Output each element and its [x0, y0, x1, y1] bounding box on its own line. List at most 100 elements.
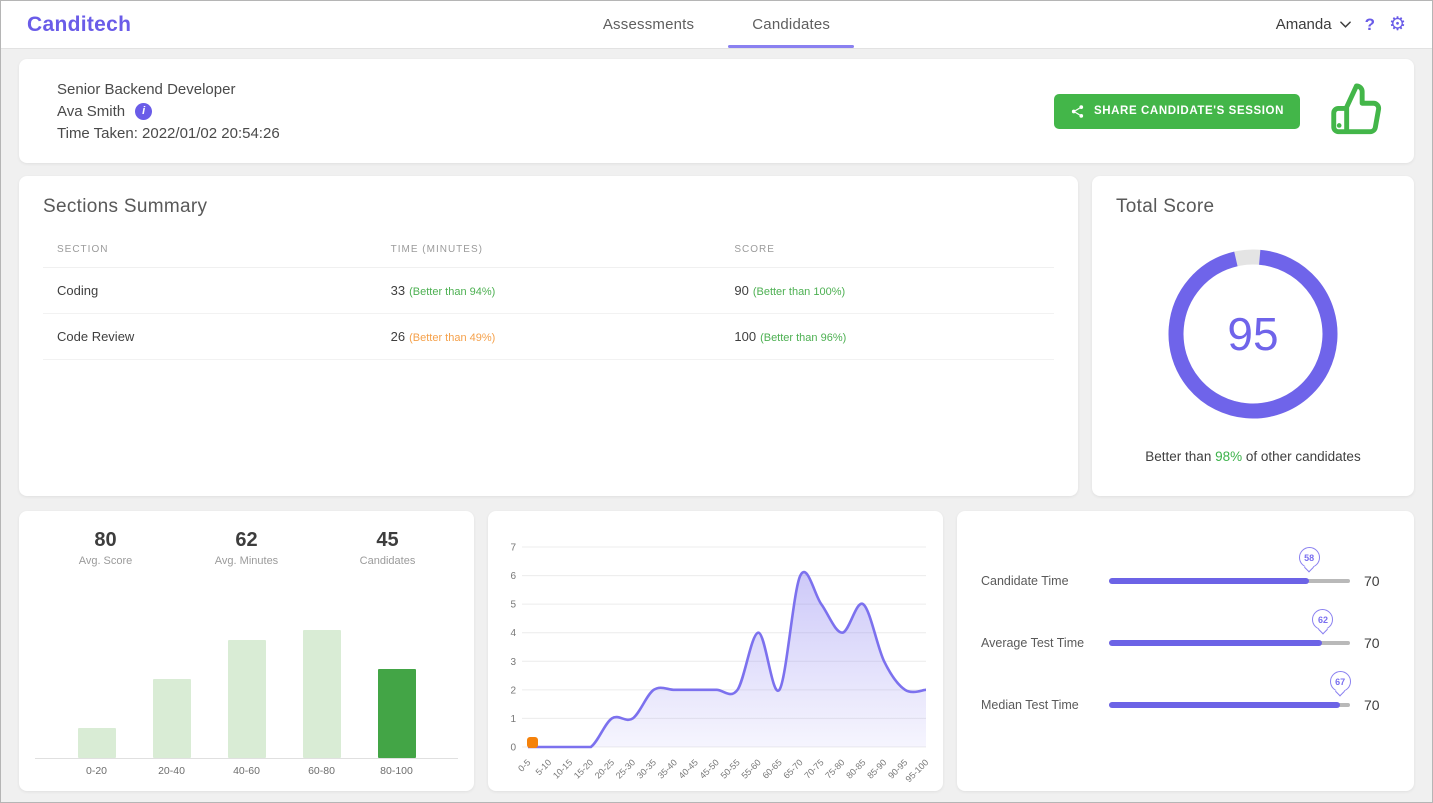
section-name: Coding	[43, 268, 377, 314]
tab-assessments[interactable]: Assessments	[579, 1, 718, 48]
bar-column	[284, 630, 359, 758]
stat-avg-score: 80 Avg. Score	[35, 529, 176, 567]
stat-avg-minutes: 62 Avg. Minutes	[176, 529, 317, 567]
time-comparison-bar: 58	[1109, 578, 1350, 584]
value-pin-badge: 67	[1330, 671, 1351, 692]
y-tick-label: 1	[510, 714, 516, 725]
score-value: 100	[734, 329, 756, 344]
x-tick-label: 95-100	[904, 757, 931, 784]
thumbs-up-icon	[1326, 79, 1388, 143]
user-area: Amanda ? ⚙	[1276, 15, 1406, 35]
tab-candidates[interactable]: Candidates	[728, 1, 854, 48]
x-tick-label: 70-75	[802, 757, 825, 780]
table-row: Code Review 26(Better than 49%) 100(Bett…	[43, 314, 1054, 360]
stat-label: Avg. Minutes	[176, 555, 317, 567]
column-header-section: SECTION	[43, 232, 377, 268]
settings-gear-icon[interactable]: ⚙	[1389, 15, 1406, 34]
bar-fill: 58	[1109, 578, 1309, 584]
x-tick-label: 0-5	[516, 757, 532, 773]
total-score-value: 95	[1227, 308, 1278, 360]
score-distribution-card: 80 Avg. Score 62 Avg. Minutes 45 Candida…	[19, 511, 474, 791]
bar-fill: 67	[1109, 702, 1340, 708]
bar-fill: 62	[1109, 640, 1322, 646]
time-distribution-card: 012345670-55-1010-1515-2020-2525-3030-35…	[488, 511, 943, 791]
x-tick-label: 80-85	[844, 757, 867, 780]
chevron-down-icon	[1340, 19, 1351, 30]
stat-value: 62	[176, 529, 317, 552]
bar-column	[134, 679, 209, 758]
time-comparison-label: Candidate Time	[981, 574, 1109, 588]
value-pin-badge: 58	[1299, 547, 1320, 568]
stat-candidates: 45 Candidates	[317, 529, 458, 567]
bar-80-100	[378, 669, 416, 758]
time-taken: Time Taken: 2022/01/02 20:54:26	[57, 125, 280, 142]
bar-20-40	[153, 679, 191, 758]
y-tick-label: 5	[510, 600, 516, 611]
bar-40-60	[228, 640, 266, 758]
score-note: (Better than 100%)	[753, 286, 845, 298]
x-tick-label: 50-55	[719, 757, 742, 780]
x-tick-label: 85-90	[865, 757, 888, 780]
x-tick-label: 35-40	[656, 757, 679, 780]
table-row: Coding 33(Better than 94%) 90(Better tha…	[43, 268, 1054, 314]
job-title: Senior Backend Developer	[57, 81, 280, 98]
total-score-donut: 95	[1161, 242, 1345, 426]
bar-label: 20-40	[134, 765, 209, 777]
stats-row: 80 Avg. Score 62 Avg. Minutes 45 Candida…	[35, 529, 458, 567]
x-tick-label: 30-35	[635, 757, 658, 780]
section-name: Code Review	[43, 314, 377, 360]
x-tick-label: 65-70	[781, 757, 804, 780]
total-score-title: Total Score	[1116, 196, 1390, 218]
top-nav: Canditech Assessments Candidates Amanda …	[1, 1, 1432, 49]
max-value: 70	[1364, 635, 1388, 651]
stat-label: Candidates	[317, 555, 458, 567]
x-tick-label: 55-60	[739, 757, 762, 780]
x-tick-label: 25-30	[614, 757, 637, 780]
x-tick-label: 75-80	[823, 757, 846, 780]
sections-summary-card: Sections Summary SECTION TIME (MINUTES) …	[19, 176, 1078, 496]
area-fill	[528, 572, 926, 747]
x-tick-label: 60-65	[760, 757, 783, 780]
candidate-actions: SHARE CANDIDATE'S SESSION	[1054, 79, 1388, 143]
start-marker	[527, 737, 538, 748]
nav-tabs: Assessments Candidates	[1, 1, 1432, 48]
candidate-info: Senior Backend Developer Ava Smith i Tim…	[57, 81, 280, 142]
help-icon[interactable]: ?	[1365, 15, 1375, 35]
info-icon[interactable]: i	[135, 103, 152, 120]
time-comparison-label: Average Test Time	[981, 636, 1109, 650]
time-comparison-bar: 62	[1109, 640, 1350, 646]
score-caption: Better than 98% of other candidates	[1116, 449, 1390, 476]
main-content: Senior Backend Developer Ava Smith i Tim…	[1, 49, 1432, 791]
time-comparison-row: Candidate Time58 70	[981, 573, 1388, 589]
time-note: (Better than 49%)	[409, 332, 495, 344]
max-value: 70	[1364, 573, 1388, 589]
stat-value: 45	[317, 529, 458, 552]
user-name: Amanda	[1276, 16, 1332, 33]
time-comparison-label: Median Test Time	[981, 698, 1109, 712]
share-button-label: SHARE CANDIDATE'S SESSION	[1094, 105, 1284, 117]
user-menu[interactable]: Amanda	[1276, 16, 1351, 33]
stat-label: Avg. Score	[35, 555, 176, 567]
time-distribution-chart: 012345670-55-1010-1515-2020-2525-3030-35…	[494, 521, 934, 789]
time-comparison-row: Average Test Time62 70	[981, 635, 1388, 651]
total-score-card: Total Score 95 Better than 98% of other …	[1092, 176, 1414, 496]
time-value: 33	[391, 283, 405, 298]
time-comparison-card: Candidate Time5870Average Test Time6270M…	[957, 511, 1414, 791]
value-pin-badge: 62	[1312, 609, 1333, 630]
bar-label: 0-20	[59, 765, 134, 777]
y-tick-label: 6	[510, 571, 516, 582]
share-icon	[1070, 104, 1085, 119]
bar-60-80	[303, 630, 341, 758]
bar-column	[209, 640, 284, 758]
bar-label: 80-100	[359, 765, 434, 777]
candidate-name: Ava Smith	[57, 103, 125, 120]
time-value: 26	[391, 329, 405, 344]
bar-column	[359, 669, 434, 758]
x-tick-label: 45-50	[698, 757, 721, 780]
score-distribution-labels: 0-2020-4040-6060-8080-100	[35, 765, 458, 777]
caption-prefix: Better than	[1145, 449, 1215, 464]
stat-value: 80	[35, 529, 176, 552]
share-session-button[interactable]: SHARE CANDIDATE'S SESSION	[1054, 94, 1300, 129]
time-note: (Better than 94%)	[409, 286, 495, 298]
x-tick-label: 20-25	[593, 757, 616, 780]
